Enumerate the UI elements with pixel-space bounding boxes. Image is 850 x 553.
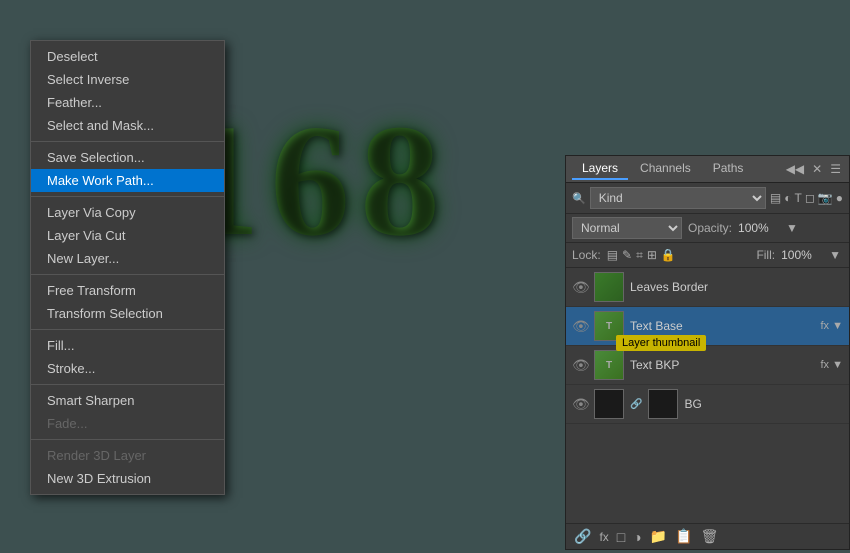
tab-layers[interactable]: Layers: [572, 158, 628, 180]
lock-artboard-icon[interactable]: ⊞: [647, 248, 657, 263]
lock-all-icon[interactable]: 🔒: [661, 248, 676, 263]
menu-separator: [31, 384, 224, 385]
menu-item-select-and-mask[interactable]: Select and Mask...: [31, 114, 224, 137]
layer-visibility-bg[interactable]: 👁: [572, 396, 588, 413]
menu-item-fill[interactable]: Fill...: [31, 334, 224, 357]
layer-thumbnail-bg: [594, 389, 624, 419]
layer-item-text-base[interactable]: 👁TText Basefx ▼Layer thumbnail: [566, 307, 849, 346]
layer-fx-badge-text-base[interactable]: fx ▼: [821, 320, 844, 332]
search-icon: 🔍: [572, 192, 586, 205]
layer-thumbnail2-bg: [648, 389, 678, 419]
layer-item-text-bkp[interactable]: 👁 T Text BKP fx ▼: [566, 346, 849, 385]
lock-image-icon[interactable]: ✎: [622, 248, 632, 263]
opacity-label: Opacity:: [688, 221, 732, 235]
menu-item-deselect[interactable]: Deselect: [31, 45, 224, 68]
lock-icons: ▤ ✎ ⌗ ⊞ 🔒: [607, 248, 676, 263]
lock-row: Lock: ▤ ✎ ⌗ ⊞ 🔒 Fill: 100% ▼: [566, 243, 849, 268]
layer-visibility-text-base[interactable]: 👁: [572, 318, 588, 335]
opacity-arrow-icon[interactable]: ▼: [784, 219, 800, 237]
menu-item-stroke[interactable]: Stroke...: [31, 357, 224, 380]
fill-label: Fill:: [756, 248, 775, 262]
layer-thumbnail-leaves-border: [594, 272, 624, 302]
menu-item-fade: Fade...: [31, 412, 224, 435]
panel-close-icon[interactable]: ✕: [810, 160, 824, 178]
layer-kind-select[interactable]: Kind: [590, 187, 766, 209]
panel-collapse-icon[interactable]: ◀◀: [784, 160, 806, 178]
menu-item-make-work-path[interactable]: Make Work Path...: [31, 169, 224, 192]
menu-separator: [31, 329, 224, 330]
lock-label: Lock:: [572, 248, 601, 262]
leafy-text: 168: [180, 100, 520, 300]
delete-layer-icon[interactable]: 🗑: [701, 528, 719, 545]
menu-item-feather[interactable]: Feather...: [31, 91, 224, 114]
filter-type-icon[interactable]: T: [794, 191, 801, 205]
layer-item-bg[interactable]: 👁 🔗 BG: [566, 385, 849, 424]
menu-separator: [31, 439, 224, 440]
layer-link-icon-bg: 🔗: [630, 399, 642, 410]
layer-tooltip-text-base: Layer thumbnail: [616, 335, 706, 351]
menu-item-render-3d-layer: Render 3D Layer: [31, 444, 224, 467]
layer-fx-badge-text-bkp[interactable]: fx ▼: [821, 359, 844, 371]
link-layers-icon[interactable]: 🔗: [574, 528, 591, 545]
fill-arrow-icon[interactable]: ▼: [827, 246, 843, 264]
menu-item-smart-sharpen[interactable]: Smart Sharpen: [31, 389, 224, 412]
filter-pixel-icon[interactable]: ▤: [770, 191, 781, 205]
layer-item-leaves-border[interactable]: 👁 Leaves Border: [566, 268, 849, 307]
menu-separator: [31, 141, 224, 142]
menu-item-save-selection[interactable]: Save Selection...: [31, 146, 224, 169]
tab-paths[interactable]: Paths: [703, 158, 754, 180]
lock-transparent-icon[interactable]: ▤: [607, 248, 618, 263]
layer-name-text-base: Text Base: [630, 319, 815, 333]
blend-mode-select[interactable]: Normal Dissolve Multiply: [572, 217, 682, 239]
panel-title-bar: Layers Channels Paths ◀◀ ✕ ☰: [566, 156, 849, 183]
filter-smart-icon[interactable]: 📷: [818, 191, 833, 205]
layers-panel: Layers Channels Paths ◀◀ ✕ ☰ 🔍 Kind ▤ ◐ …: [565, 155, 850, 550]
panel-menu-icon[interactable]: ☰: [828, 160, 843, 178]
panel-footer: 🔗 fx □ ◑ 📁 📋 🗑: [566, 523, 849, 549]
menu-item-select-inverse[interactable]: Select Inverse: [31, 68, 224, 91]
menu-item-new-3d-extrusion[interactable]: New 3D Extrusion: [31, 467, 224, 490]
menu-item-new-layer[interactable]: New Layer...: [31, 247, 224, 270]
filter-adjustment-icon[interactable]: ◐: [784, 191, 791, 205]
adjustment-layer-icon[interactable]: ◑: [633, 529, 641, 545]
menu-item-layer-via-cut[interactable]: Layer Via Cut: [31, 224, 224, 247]
layer-thumbnail-text-bkp: T: [594, 350, 624, 380]
layer-list: 👁 Leaves Border 👁 T Text Base fx ▼ Layer thumb…: [566, 268, 849, 523]
layer-name-leaves-border: Leaves Border: [630, 280, 843, 294]
new-layer-icon[interactable]: 📋: [675, 528, 692, 545]
new-group-icon[interactable]: 📁: [650, 528, 667, 545]
lock-position-icon[interactable]: ⌗: [636, 248, 643, 263]
filter-shape-icon[interactable]: ◻: [805, 191, 815, 205]
tab-channels[interactable]: Channels: [630, 158, 701, 180]
add-fx-icon[interactable]: fx: [599, 530, 608, 544]
menu-separator: [31, 196, 224, 197]
add-mask-icon[interactable]: □: [617, 529, 625, 545]
filter-dot-icon[interactable]: ●: [836, 191, 843, 205]
blend-mode-row: Normal Dissolve Multiply Opacity: 100% ▼: [566, 214, 849, 243]
menu-item-layer-via-copy[interactable]: Layer Via Copy: [31, 201, 224, 224]
opacity-value[interactable]: 100%: [738, 221, 778, 235]
menu-item-free-transform[interactable]: Free Transform: [31, 279, 224, 302]
panel-tabs: Layers Channels Paths: [572, 158, 753, 180]
layer-name-text-bkp: Text BKP: [630, 358, 815, 372]
panel-controls: ◀◀ ✕ ☰: [784, 160, 843, 178]
layer-name-bg: BG: [684, 397, 843, 411]
layer-visibility-text-bkp[interactable]: 👁: [572, 357, 588, 374]
layer-filter-icons: ▤ ◐ T ◻ 📷 ●: [770, 191, 843, 205]
menu-item-transform-selection[interactable]: Transform Selection: [31, 302, 224, 325]
fill-value[interactable]: 100%: [781, 248, 821, 262]
layer-search-row: 🔍 Kind ▤ ◐ T ◻ 📷 ●: [566, 183, 849, 214]
context-menu: DeselectSelect InverseFeather...Select a…: [30, 40, 225, 495]
layer-visibility-leaves-border[interactable]: 👁: [572, 279, 588, 296]
menu-separator: [31, 274, 224, 275]
